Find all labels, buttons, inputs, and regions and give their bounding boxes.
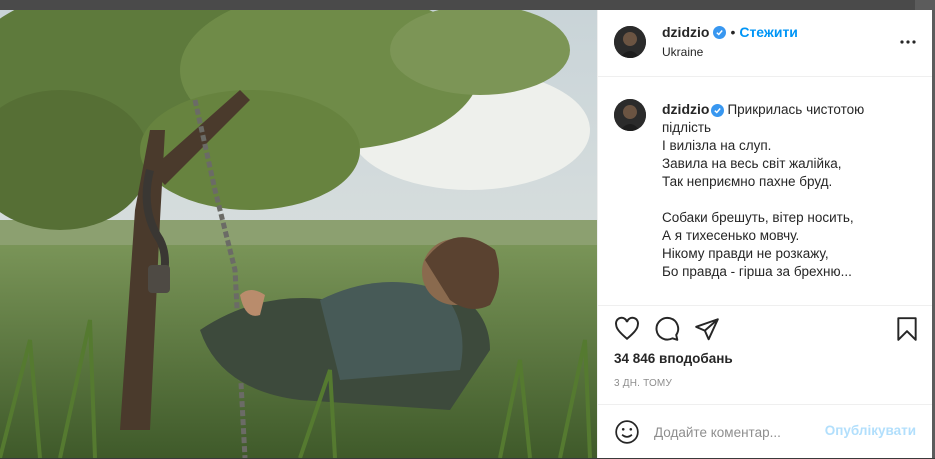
post-modal: dzidzio • Стежити Ukraine dzidzio Прикри… (0, 10, 935, 458)
publish-button[interactable]: Опублікувати (825, 423, 916, 438)
caption-text-line: Так неприємно пахне бруд. (662, 174, 833, 189)
author-username[interactable]: dzidzio (662, 24, 709, 40)
caption-line: dzidzio Прикрилась чистотою (662, 100, 912, 119)
caption-text-line: І вилізла на слуп. (662, 138, 772, 153)
caption-text-line: А я тихесенько мовчу. (662, 228, 800, 243)
post-location[interactable]: Ukraine (662, 45, 703, 59)
post-header: dzidzio • Стежити Ukraine (598, 10, 932, 77)
verified-badge-icon (711, 104, 725, 117)
stanza-gap (662, 191, 912, 209)
bookmark-icon[interactable] (894, 316, 920, 342)
caption-text-line: Нікому правди не розкажу, (662, 246, 829, 261)
photo-illustration (0, 10, 597, 458)
post-caption: dzidzio Прикрилась чистотою підлість І ви… (662, 100, 912, 281)
post-side-panel: dzidzio • Стежити Ukraine dzidzio Прикри… (597, 10, 932, 458)
caption-username[interactable]: dzidzio (662, 101, 709, 117)
comment-icon[interactable] (654, 316, 680, 342)
more-options-icon[interactable] (900, 32, 916, 52)
likes-count[interactable]: 34 846 вподобань (614, 351, 733, 366)
post-timestamp[interactable]: 3 дн. тому (614, 378, 672, 389)
action-bar (598, 316, 932, 346)
caption-area: dzidzio Прикрилась чистотою підлість І ви… (598, 77, 932, 306)
caption-text-line: Бо правда - гірша за брехню... (662, 264, 852, 279)
backdrop-strip (0, 0, 935, 10)
comment-bar: Опублікувати (598, 404, 932, 459)
emoji-icon[interactable] (614, 419, 640, 445)
caption-text-line: Прикрилась чистотою (727, 102, 865, 117)
separator-dot: • (730, 24, 736, 40)
author-avatar[interactable] (614, 26, 646, 58)
post-photo[interactable] (0, 10, 597, 458)
caption-text-line: Завила на весь світ жалійка, (662, 156, 842, 171)
caption-text-line: Собаки брешуть, вітер носить, (662, 210, 854, 225)
comment-input[interactable] (654, 421, 834, 443)
header-author-line: dzidzio • Стежити (662, 24, 798, 40)
verified-badge-icon (713, 25, 727, 39)
caption-text-line: підлість (662, 120, 712, 135)
share-icon[interactable] (694, 316, 720, 342)
follow-button[interactable]: Стежити (739, 24, 798, 40)
caption-author-avatar[interactable] (614, 99, 646, 131)
heart-icon[interactable] (614, 316, 640, 342)
